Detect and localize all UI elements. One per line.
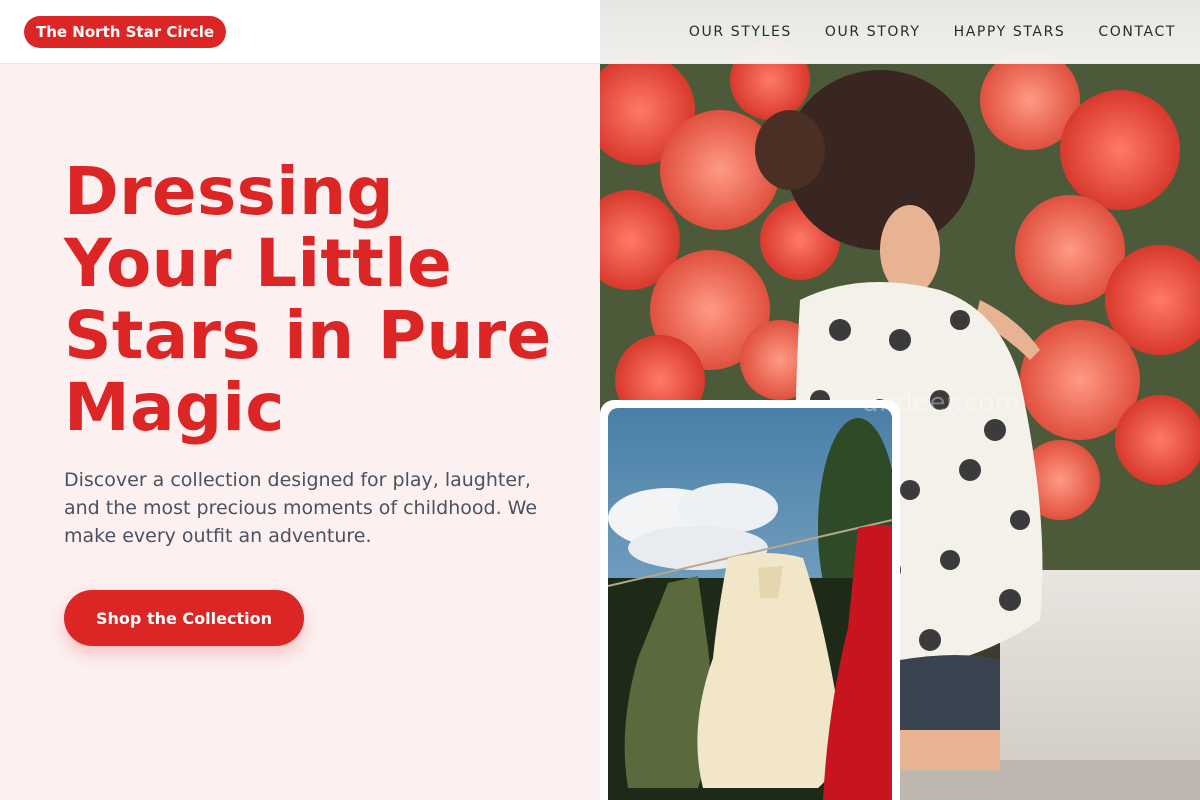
- inset-photo: [608, 408, 892, 800]
- nav-our-styles[interactable]: OUR STYLES: [689, 24, 792, 40]
- hero-section: Dressing Your Little Stars in Pure Magic…: [0, 64, 600, 800]
- main-nav: OUR STYLES OUR STORY HAPPY STARS CONTACT: [689, 0, 1176, 64]
- nav-our-story[interactable]: OUR STORY: [825, 24, 921, 40]
- inset-photo-frame: [600, 400, 900, 800]
- nav-contact[interactable]: CONTACT: [1098, 24, 1176, 40]
- image-watermark: undeer.com: [862, 388, 1021, 418]
- hero-subtext: Discover a collection designed for play,…: [64, 469, 538, 547]
- shop-collection-button[interactable]: Shop the Collection: [64, 590, 304, 646]
- nav-happy-stars[interactable]: HAPPY STARS: [954, 24, 1066, 40]
- hero-headline: Dressing Your Little Stars in Pure Magic: [64, 153, 552, 446]
- site-header: The North Star Circle OUR STYLES OUR STO…: [0, 0, 1200, 64]
- brand-logo[interactable]: The North Star Circle: [24, 16, 227, 48]
